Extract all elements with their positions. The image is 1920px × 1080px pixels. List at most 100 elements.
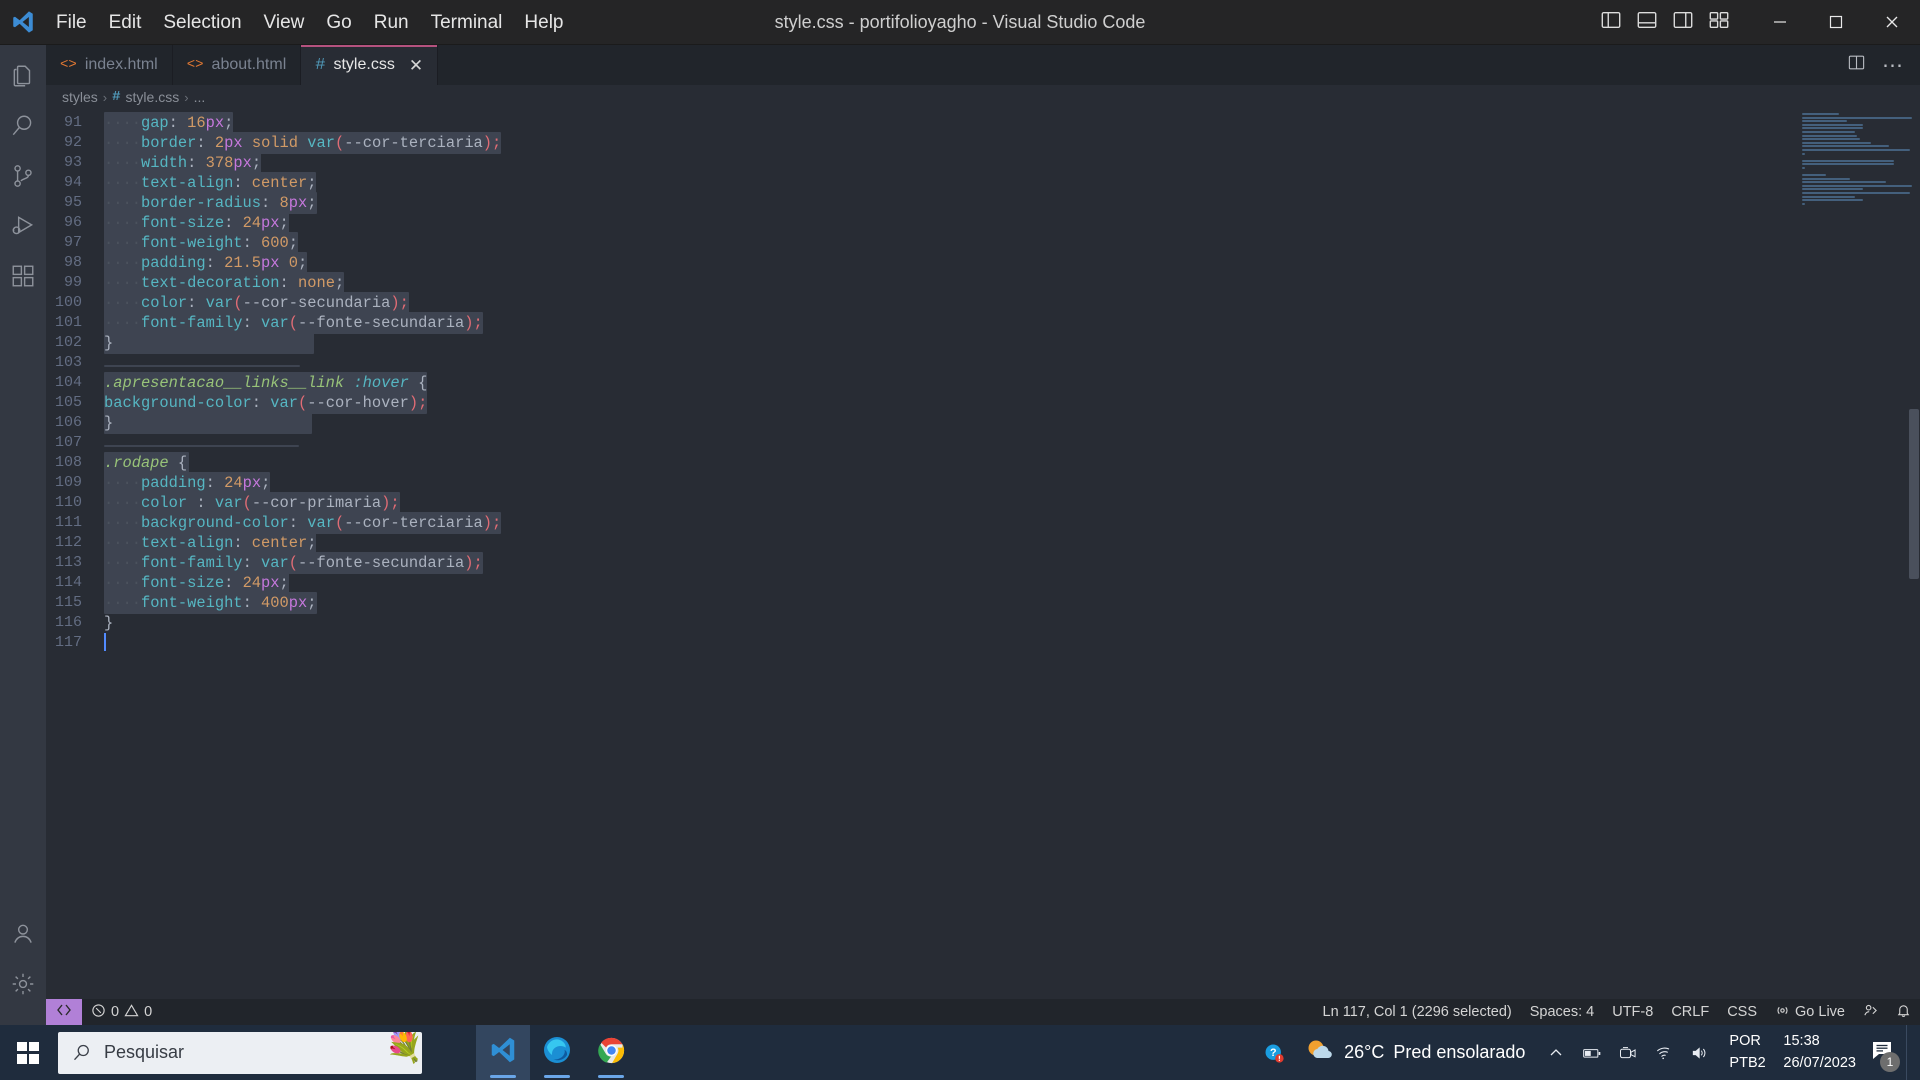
taskbar-search-box[interactable]: Pesquisar 💐	[58, 1031, 422, 1074]
menu-go[interactable]: Go	[316, 9, 361, 36]
scrollbar-thumb[interactable]	[1909, 409, 1919, 579]
code-line[interactable]: 100 ····color: var(--cor-secundaria);	[46, 292, 1920, 314]
sidebar-item-run-debug[interactable]	[0, 203, 46, 253]
code-line[interactable]: 96 ····font-size: 24px;	[46, 212, 1920, 234]
code-line[interactable]: 91 ····gap: 16px;	[46, 112, 1920, 134]
code-line[interactable]: 113 ····font-family: var(--fonte-secundar…	[46, 552, 1920, 574]
code-line[interactable]: 92 ····border: 2px solid var(--cor-tercia…	[46, 132, 1920, 154]
line-content[interactable]: ····font-family: var(--fonte-secundaria)…	[104, 552, 483, 574]
show-desktop-button[interactable]	[1906, 1025, 1914, 1080]
line-content[interactable]: ····gap: 16px;	[104, 112, 234, 134]
line-content[interactable]: ····color: var(--cor-secundaria);	[104, 292, 409, 314]
menu-selection[interactable]: Selection	[153, 9, 251, 36]
encoding-setting[interactable]: UTF-8	[1603, 999, 1662, 1025]
line-content[interactable]: ····background-color: var(--cor-terciari…	[104, 512, 502, 534]
feedback-button[interactable]	[1854, 999, 1887, 1025]
split-editor-icon[interactable]	[1847, 53, 1866, 77]
sidebar-item-explorer[interactable]	[0, 53, 46, 103]
code-line[interactable]: 111 ····background-color: var(--cor-terci…	[46, 512, 1920, 534]
line-content[interactable]: .apresentacao__links__link :hover {	[104, 372, 428, 394]
breadcrumb-folder[interactable]: styles	[62, 89, 98, 105]
accounts-button[interactable]	[0, 911, 46, 961]
code-line[interactable]: 93 ····width: 378px;	[46, 152, 1920, 174]
line-content[interactable]: ····text-align: center;	[104, 172, 317, 194]
menu-bar[interactable]: File Edit Selection View Go Run Terminal…	[46, 0, 574, 44]
tab-about-html[interactable]: <> about.html	[172, 45, 302, 85]
tab-style-css[interactable]: # style.css ✕	[301, 45, 439, 85]
menu-view[interactable]: View	[254, 9, 315, 36]
code-line[interactable]: 114 ····font-size: 24px;	[46, 572, 1920, 594]
taskbar-app-vscode[interactable]	[476, 1025, 530, 1080]
line-content[interactable]	[104, 632, 106, 653]
menu-edit[interactable]: Edit	[99, 9, 152, 36]
line-content[interactable]	[104, 433, 299, 453]
menu-run[interactable]: Run	[364, 9, 419, 36]
task-view-button[interactable]	[422, 1025, 476, 1080]
line-content[interactable]: .rodape {	[104, 452, 189, 474]
code-line[interactable]: 98 ····padding: 21.5px 0;	[46, 252, 1920, 274]
line-content[interactable]: ····padding: 24px;	[104, 472, 271, 494]
code-line[interactable]: 97 ····font-weight: 600;	[46, 232, 1920, 254]
eol-setting[interactable]: CRLF	[1662, 999, 1718, 1025]
wifi-icon[interactable]	[1647, 1025, 1681, 1080]
remote-window-button[interactable]	[46, 999, 82, 1025]
line-content[interactable]: }	[104, 412, 312, 434]
line-content[interactable]	[104, 353, 300, 373]
language-mode[interactable]: CSS	[1718, 999, 1766, 1025]
code-line[interactable]: 103	[46, 353, 1920, 373]
sidebar-item-source-control[interactable]	[0, 153, 46, 203]
code-line[interactable]: 95 ····border-radius: 8px;	[46, 192, 1920, 214]
maximize-button[interactable]	[1808, 0, 1864, 44]
code-line[interactable]: 94 ····text-align: center;	[46, 172, 1920, 194]
sidebar-item-extensions[interactable]	[0, 253, 46, 303]
taskbar-app-edge[interactable]	[530, 1025, 584, 1080]
menu-file[interactable]: File	[46, 9, 97, 36]
start-button[interactable]	[0, 1025, 56, 1080]
menu-terminal[interactable]: Terminal	[421, 9, 513, 36]
line-content[interactable]: background-color: var(--cor-hover);	[104, 392, 428, 414]
notification-center-button[interactable]: 1	[1864, 1025, 1904, 1080]
go-live-button[interactable]: Go Live	[1766, 999, 1854, 1025]
toggle-primary-sidebar-icon[interactable]	[1600, 9, 1622, 36]
code-line[interactable]: 116}	[46, 613, 1920, 633]
code-line[interactable]: 106}	[46, 412, 1920, 434]
help-tray-icon[interactable]: ?	[1257, 1025, 1291, 1080]
code-line[interactable]: 115 ····font-weight: 400px;	[46, 592, 1920, 614]
close-button[interactable]	[1864, 0, 1920, 44]
code-line[interactable]: 107	[46, 433, 1920, 453]
volume-icon[interactable]	[1683, 1025, 1717, 1080]
clock-and-language[interactable]: POR 15:38 PTB2 26/07/2023	[1719, 1031, 1862, 1073]
tab-index-html[interactable]: <> index.html	[46, 45, 173, 85]
code-line[interactable]: 101 ····font-family: var(--fonte-secundar…	[46, 312, 1920, 334]
line-content[interactable]: ····border-radius: 8px;	[104, 192, 317, 214]
code-line[interactable]: 117	[46, 632, 1920, 653]
code-line[interactable]: 102}	[46, 332, 1920, 354]
menu-help[interactable]: Help	[514, 9, 573, 36]
code-line[interactable]: 105 background-color: var(--cor-hover);	[46, 392, 1920, 414]
toggle-secondary-sidebar-icon[interactable]	[1672, 9, 1694, 36]
breadcrumb-file[interactable]: style.css	[126, 89, 180, 105]
line-content[interactable]: ····text-align: center;	[104, 532, 317, 554]
breadcrumb-symbol[interactable]: ...	[194, 89, 206, 105]
customize-layout-icon[interactable]	[1708, 9, 1730, 36]
line-content[interactable]: ····width: 378px;	[104, 152, 262, 174]
line-content[interactable]: ····font-size: 24px;	[104, 212, 289, 234]
breadcrumb[interactable]: styles › # style.css › ...	[46, 85, 1920, 109]
code-line[interactable]: 108 .rodape {	[46, 452, 1920, 474]
editor-scrollbar[interactable]	[1906, 109, 1920, 999]
code-line[interactable]: 112 ····text-align: center;	[46, 532, 1920, 554]
minimize-button[interactable]	[1752, 0, 1808, 44]
code-line[interactable]: 109 ····padding: 24px;	[46, 472, 1920, 494]
line-content[interactable]: ····font-weight: 600;	[104, 232, 299, 254]
minimap[interactable]	[1802, 113, 1912, 225]
line-content[interactable]: ····font-weight: 400px;	[104, 592, 317, 614]
line-content[interactable]: ····font-family: var(--fonte-secundaria)…	[104, 312, 483, 334]
code-line[interactable]: 110 ····color : var(--cor-primaria);	[46, 492, 1920, 514]
line-content[interactable]: ····text-decoration: none;	[104, 272, 345, 294]
tray-overflow-button[interactable]	[1539, 1025, 1573, 1080]
editor-surface[interactable]: 91 ····gap: 16px; 92 ····border: 2px solid …	[46, 109, 1920, 999]
line-content[interactable]: ····font-size: 24px;	[104, 572, 289, 594]
line-content[interactable]: ····padding: 21.5px 0;	[104, 252, 308, 274]
problems-button[interactable]: 0 0	[82, 999, 161, 1025]
battery-icon[interactable]	[1575, 1025, 1609, 1080]
